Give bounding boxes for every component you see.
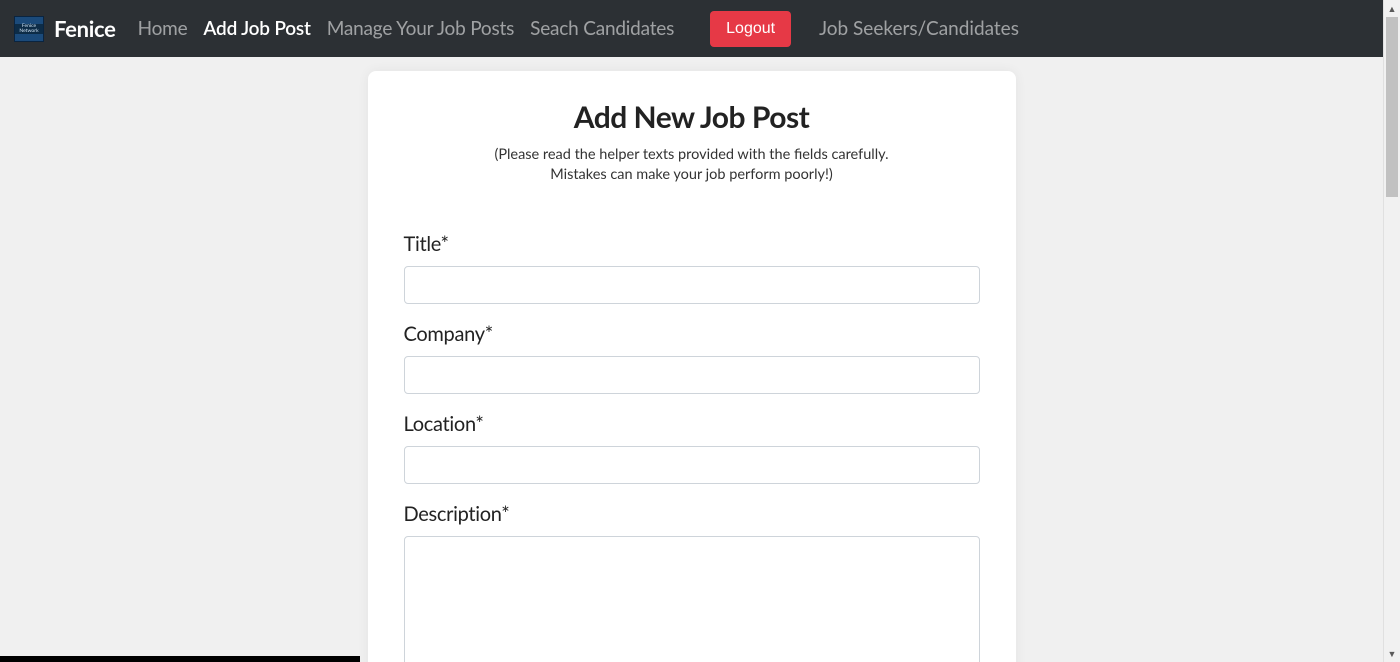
form-group-title: Title* bbox=[404, 232, 980, 304]
brand-logo-icon[interactable]: Fenice Network bbox=[14, 16, 44, 42]
company-input[interactable] bbox=[404, 356, 980, 394]
logout-button[interactable]: Logout bbox=[710, 11, 791, 47]
scroll-up-icon[interactable]: ▲ bbox=[1384, 0, 1400, 17]
title-input[interactable] bbox=[404, 266, 980, 304]
subtitle-line-2: Mistakes can make your job perform poorl… bbox=[550, 166, 833, 183]
nav-link-manage-posts[interactable]: Manage Your Job Posts bbox=[327, 17, 514, 40]
nav-link-job-seekers[interactable]: Job Seekers/Candidates bbox=[819, 17, 1019, 40]
viewport: Fenice Network Fenice Home Add Job Post … bbox=[0, 0, 1383, 662]
location-input[interactable] bbox=[404, 446, 980, 484]
form-group-location: Location* bbox=[404, 412, 980, 484]
bottom-bar-fragment bbox=[0, 656, 360, 662]
nav-link-home[interactable]: Home bbox=[138, 17, 188, 40]
form-group-company: Company* bbox=[404, 322, 980, 394]
label-location: Location* bbox=[404, 412, 980, 436]
brand-logo-text: Fenice Network bbox=[15, 24, 43, 34]
scroll-track[interactable] bbox=[1384, 17, 1400, 645]
scroll-down-icon[interactable]: ▼ bbox=[1384, 645, 1400, 662]
label-title: Title* bbox=[404, 232, 980, 256]
nav-link-add-job-post[interactable]: Add Job Post bbox=[203, 17, 310, 40]
form-card: Add New Job Post (Please read the helper… bbox=[368, 71, 1016, 662]
page-title: Add New Job Post bbox=[404, 99, 980, 135]
label-description: Description* bbox=[404, 502, 980, 526]
page-subtitle: (Please read the helper texts provided w… bbox=[404, 145, 980, 186]
subtitle-line-1: (Please read the helper texts provided w… bbox=[494, 146, 888, 163]
scroll-thumb[interactable] bbox=[1386, 17, 1398, 197]
form-group-description: Description* bbox=[404, 502, 980, 662]
page-content: Add New Job Post (Please read the helper… bbox=[0, 57, 1383, 662]
brand-title[interactable]: Fenice bbox=[54, 15, 116, 42]
description-textarea[interactable] bbox=[404, 536, 980, 662]
navbar: Fenice Network Fenice Home Add Job Post … bbox=[0, 0, 1383, 57]
label-company: Company* bbox=[404, 322, 980, 346]
nav-link-search-candidates[interactable]: Seach Candidates bbox=[530, 17, 674, 40]
vertical-scrollbar[interactable]: ▲ ▼ bbox=[1383, 0, 1400, 662]
